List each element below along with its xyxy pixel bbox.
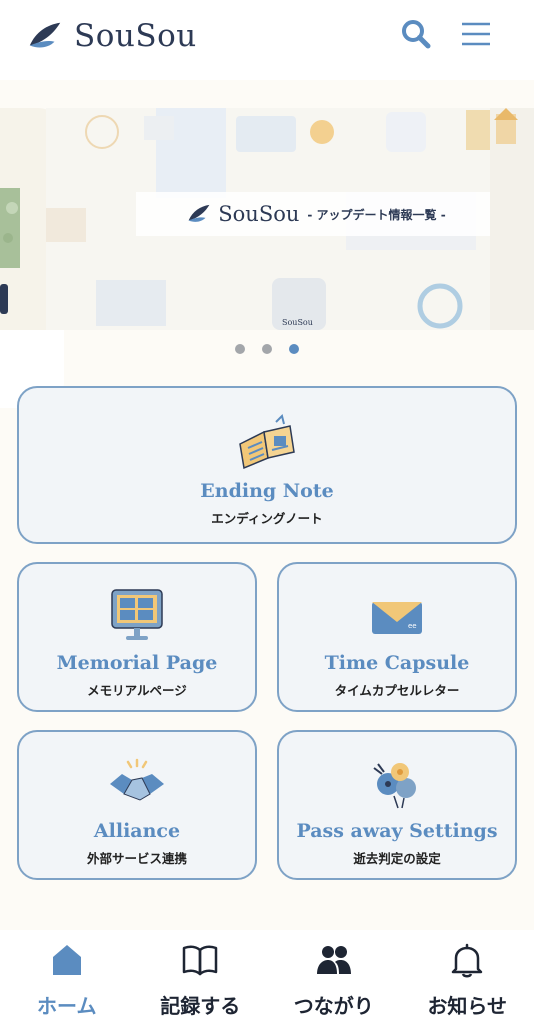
pass-away-subtitle: 逝去判定の設定 [353, 851, 441, 866]
envelope-icon: ee [372, 602, 422, 634]
bell-icon [452, 943, 483, 978]
ending-note-card[interactable]: Ending Note エンディングノート [17, 386, 517, 544]
update-carousel[interactable]: SouSou - アップデート情報一覧 - SouSou [0, 80, 534, 408]
pass-away-title: Pass away Settings [296, 820, 498, 842]
slide-caption-subtitle: - アップデート情報一覧 - [307, 207, 446, 222]
time-capsule-title: Time Capsule [324, 652, 470, 674]
time-capsule-subtitle: タイムカプセルレター [334, 683, 460, 698]
nav-home[interactable]: ホーム [0, 930, 134, 1024]
ending-note-title: Ending Note [200, 480, 334, 502]
book-icon [183, 945, 218, 976]
people-icon [316, 946, 351, 974]
logo-text: SouSou [74, 18, 197, 54]
nav-home-label: ホーム [37, 994, 97, 1018]
home-icon [52, 945, 81, 975]
nav-record[interactable]: 記録する [134, 930, 268, 1024]
carousel-dot[interactable] [235, 344, 245, 354]
slide-thumb-logo: SouSou [282, 318, 313, 327]
flowers-icon [373, 763, 416, 809]
pass-away-settings-card[interactable]: Pass away Settings 逝去判定の設定 [277, 730, 517, 880]
bottom-navigation: ホーム 記録する つながり お知らせ [0, 930, 534, 1024]
carousel-dot[interactable] [262, 344, 272, 354]
memorial-monitor-icon [111, 589, 163, 640]
nav-notifications[interactable]: お知らせ [401, 930, 534, 1024]
alliance-subtitle: 外部サービス連携 [86, 851, 187, 866]
nav-connections-label: つながり [293, 994, 374, 1018]
carousel-dot-active[interactable] [289, 344, 299, 354]
svg-text:ee: ee [408, 622, 417, 630]
nav-record-label: 記録する [160, 994, 241, 1018]
hamburger-menu-icon[interactable] [458, 16, 494, 52]
ending-note-subtitle: エンディングノート [211, 511, 323, 526]
ending-note-book-icon [239, 414, 295, 470]
next-slide-image [490, 108, 534, 330]
alliance-title: Alliance [93, 820, 181, 842]
app-header: SouSou [0, 0, 534, 80]
leaf-logo-icon [29, 22, 61, 48]
time-capsule-card[interactable]: ee Time Capsule タイムカプセルレター [277, 562, 517, 712]
search-icon[interactable] [398, 16, 434, 52]
carousel-slide-next[interactable] [490, 108, 534, 330]
slide-caption: SouSou - アップデート情報一覧 - [136, 192, 496, 236]
memorial-page-card[interactable]: Memorial Page メモリアルページ [17, 562, 257, 712]
memorial-page-subtitle: メモリアルページ [87, 683, 187, 698]
sousou-logo[interactable]: SouSou [26, 14, 197, 58]
memorial-page-title: Memorial Page [56, 652, 218, 674]
leaf-logo-icon [188, 204, 210, 222]
slide-caption-logo: SouSou [218, 202, 300, 226]
handshake-icon [110, 758, 164, 801]
carousel-slide-current[interactable]: SouSou - アップデート情報一覧 - SouSou [46, 108, 498, 330]
nav-connections[interactable]: つながり [267, 930, 401, 1024]
carousel-indicator [0, 344, 534, 354]
alliance-card[interactable]: Alliance 外部サービス連携 [17, 730, 257, 880]
nav-notifications-label: お知らせ [427, 994, 508, 1018]
